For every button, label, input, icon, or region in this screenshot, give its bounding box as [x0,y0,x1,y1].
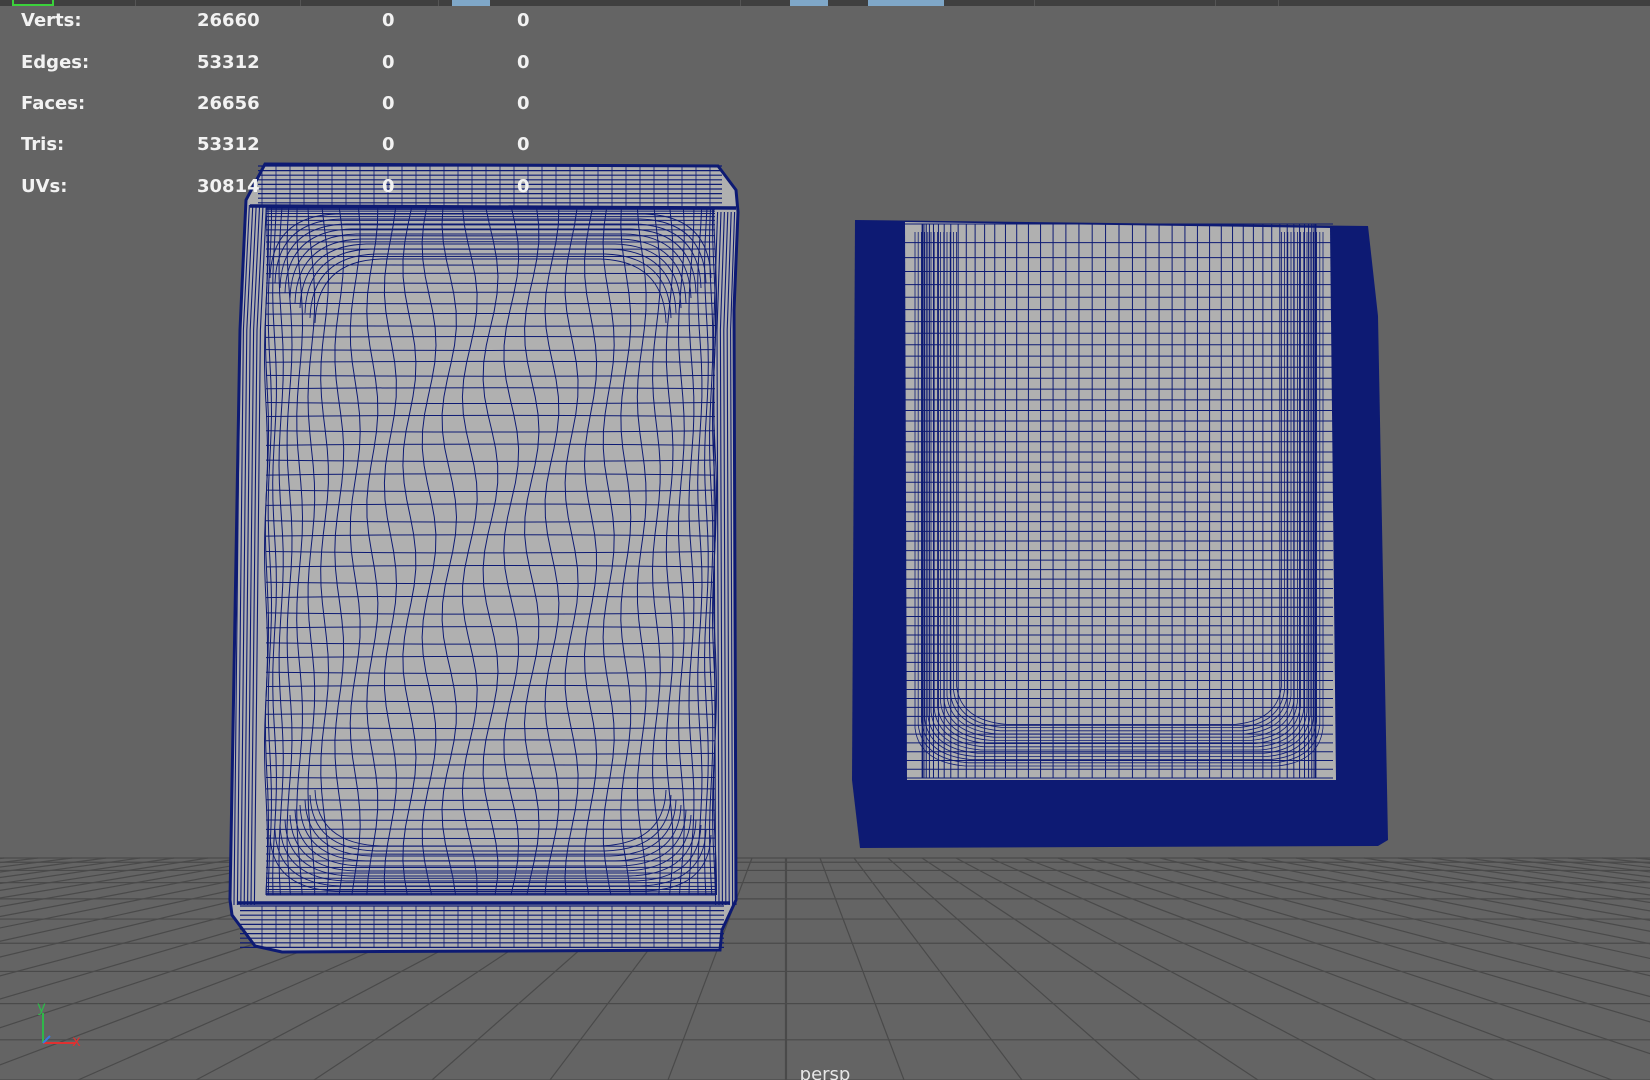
grid-line [853,857,1023,1080]
grid-line [921,857,1259,1080]
grid-line [0,857,73,868]
tray-mesh-right[interactable] [852,220,1388,848]
viewport-scene[interactable]: y x [0,0,1650,1080]
grid-line [1295,857,1650,921]
grid-line [955,857,1377,1080]
grid-line [0,857,141,879]
y-axis-label: y [37,998,46,1016]
grid-line [1363,857,1650,904]
maya-perspective-viewport[interactable]: y x Verts: 26660 0 0 Edges: 53312 0 0 Faces: 2665… [0,0,1650,1080]
bag-mesh-left[interactable] [228,162,740,954]
x-axis-label: x [72,1032,81,1050]
bag-wire-horizontal [265,809,716,811]
grid-line [0,857,39,864]
grid-line [1023,857,1613,1080]
camera-name-label: persp [799,1064,851,1080]
grid-line [0,857,5,860]
grid-line [1533,857,1650,873]
grid-line [989,857,1495,1080]
grid-line [1431,857,1650,889]
grid-line [1261,857,1650,932]
grid-line [1057,857,1650,1055]
grid-line [0,857,243,899]
grid-line [1635,857,1650,861]
bag-top-seam [249,204,737,210]
axis-gizmo: y x [37,998,81,1050]
grid-line [819,857,905,1080]
bag-wire-horizontal [265,291,716,294]
grid-line [1091,857,1650,1023]
grid-line [887,857,1141,1080]
grid-line [1329,857,1650,912]
